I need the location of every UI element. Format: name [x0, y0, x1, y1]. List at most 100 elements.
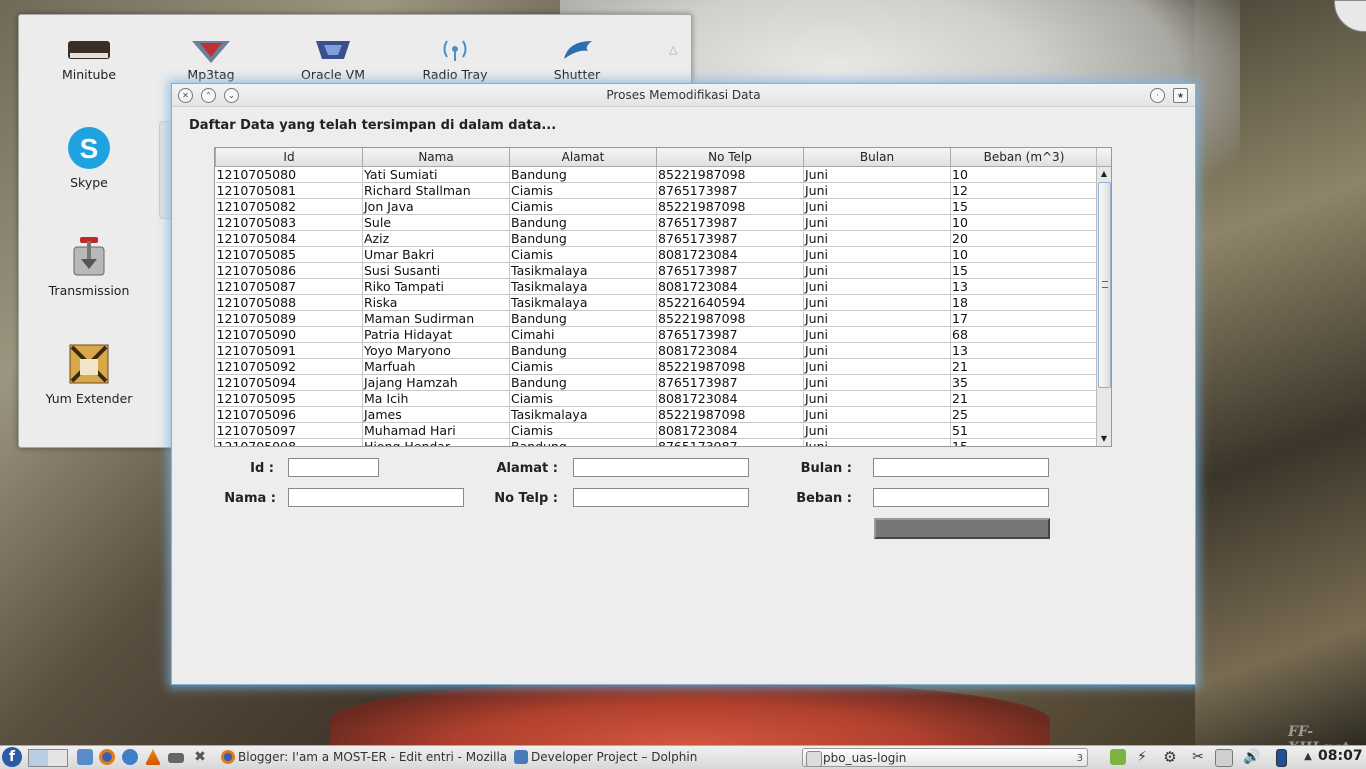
table-cell: Juni — [803, 438, 951, 446]
network-icon[interactable] — [1110, 749, 1126, 765]
table-row[interactable]: 1210705081 Richard Stallman Ciamis 87651739… — [215, 182, 1098, 199]
table-row[interactable]: 1210705083 Sule Bandung 8765173987 Juni 10 — [215, 214, 1098, 231]
beban-field[interactable] — [873, 488, 1049, 507]
no-telp-field[interactable] — [573, 488, 749, 507]
tools-icon[interactable]: ✖ — [192, 749, 208, 765]
minitube-icon — [68, 41, 110, 59]
launcher-item-skype[interactable]: S Skype — [39, 125, 139, 190]
table-cell: 8765173987 — [656, 182, 804, 199]
launcher-label: Transmission — [48, 283, 130, 298]
vlc-icon[interactable] — [145, 749, 161, 765]
tray-expand-icon[interactable]: ▲ — [1300, 749, 1316, 765]
table-cell: 8081723084 — [656, 422, 804, 439]
table-cell: 8765173987 — [656, 262, 804, 279]
launcher-item-mp3tag[interactable]: Mp3tag — [161, 37, 261, 82]
fedora-menu-icon[interactable]: f — [2, 747, 22, 767]
table-row[interactable]: 1210705090 Patria Hidayat Cimahi 8765173987… — [215, 326, 1098, 343]
launcher-item-oracle-vm[interactable]: Oracle VM — [283, 37, 383, 82]
nama-field[interactable] — [288, 488, 464, 507]
column-header-nama[interactable]: Nama — [362, 148, 510, 167]
table-cell: 1210705088 — [215, 294, 363, 311]
table-row[interactable]: 1210705097 Muhamad Hari Ciamis 8081723084 Ju… — [215, 422, 1098, 439]
table-cell: Tasikmalaya — [509, 294, 657, 311]
browser-icon[interactable] — [122, 749, 138, 765]
window-menu-icon[interactable]: · — [1150, 88, 1165, 103]
mp3tag-icon — [192, 41, 230, 63]
column-header-id[interactable]: Id — [215, 148, 363, 167]
table-row[interactable]: 1210705086 Susi Susanti Tasikmalaya 8765173… — [215, 262, 1098, 279]
battery-icon[interactable] — [1276, 749, 1287, 767]
java-app-icon[interactable]: ★ — [1173, 88, 1188, 103]
table-cell: Juni — [803, 390, 951, 407]
task-firefox[interactable]: Blogger: I'am a MOST-ER - Edit entri - M… — [218, 748, 508, 767]
terminal-icon[interactable] — [168, 753, 184, 763]
launcher-item-minitube[interactable]: Minitube — [39, 37, 139, 82]
table-row[interactable]: 1210705087 Riko Tampati Tasikmalaya 8081723… — [215, 278, 1098, 295]
table-cell: Juni — [803, 182, 951, 199]
table-row[interactable]: 1210705088 Riska Tasikmalaya 85221640594 Jun… — [215, 294, 1098, 311]
klipper-icon[interactable]: ✂ — [1190, 749, 1206, 765]
scroll-down-icon[interactable]: ▼ — [1097, 432, 1111, 446]
clipboard-icon[interactable] — [1215, 749, 1233, 767]
table-cell: Patria Hidayat — [362, 326, 510, 343]
table-cell: Ciamis — [509, 358, 657, 375]
table-cell: 15 — [950, 198, 1098, 215]
table-cell: 1210705095 — [215, 390, 363, 407]
svg-text:S: S — [80, 133, 99, 164]
table-cell: Yati Sumiati — [362, 166, 510, 183]
launcher-item-shutter[interactable]: Shutter — [527, 37, 627, 82]
task-pbo-uas-login[interactable]: pbo_uas-login 3 — [802, 748, 1088, 767]
table-cell: 15 — [950, 438, 1098, 446]
table-row[interactable]: 1210705085 Umar Bakri Ciamis 8081723084 Juni… — [215, 246, 1098, 263]
table-scrollbar[interactable]: ▲ ▼ — [1096, 148, 1111, 446]
file-manager-icon[interactable] — [77, 749, 93, 765]
table-row[interactable]: 1210705082 Jon Java Ciamis 85221987098 Juni 1… — [215, 198, 1098, 215]
launcher-scroll-up-icon[interactable]: △ — [669, 43, 677, 56]
table-cell: Juni — [803, 294, 951, 311]
bulan-field[interactable] — [873, 458, 1049, 477]
table-row[interactable]: 1210705089 Maman Sudirman Bandung 852219870… — [215, 310, 1098, 327]
id-field[interactable] — [288, 458, 379, 477]
task-label: Developer Project – Dolphin — [531, 750, 698, 764]
table-cell: Jajang Hamzah — [362, 374, 510, 391]
table-cell: 8081723084 — [656, 246, 804, 263]
table-cell: Tasikmalaya — [509, 278, 657, 295]
table-row[interactable]: 1210705098 Hiong Hendar Bandung 8765173987 J… — [215, 438, 1098, 446]
scrollbar-thumb[interactable] — [1098, 182, 1111, 388]
table-row[interactable]: 1210705096 James Tasikmalaya 85221987098 Jun… — [215, 406, 1098, 423]
volume-icon[interactable]: 🔊 — [1243, 749, 1260, 765]
column-header-alamat[interactable]: Alamat — [509, 148, 657, 167]
table-cell: Aziz — [362, 230, 510, 247]
clock[interactable]: 08:07 — [1318, 748, 1363, 764]
table-cell: 1210705091 — [215, 342, 363, 359]
table-cell: 8081723084 — [656, 278, 804, 295]
skype-icon: S — [68, 127, 110, 169]
pager-icon[interactable] — [28, 749, 68, 767]
table-cell: Ciamis — [509, 182, 657, 199]
table-cell: 1210705096 — [215, 406, 363, 423]
table-row[interactable]: 1210705092 Marfuah Ciamis 85221987098 Juni 21 — [215, 358, 1098, 375]
data-table[interactable]: Id Nama Alamat No Telp Bulan Beban (m^3)… — [214, 147, 1112, 447]
table-row[interactable]: 1210705080 Yati Sumiati Bandung 85221987098… — [215, 166, 1098, 183]
column-header-bulan[interactable]: Bulan — [803, 148, 951, 167]
launcher-label: Yum Extender — [45, 391, 133, 406]
column-header-beban[interactable]: Beban (m^3) — [950, 148, 1098, 167]
firefox-launcher-icon[interactable] — [99, 749, 115, 765]
settings-gear-icon[interactable]: ⚙ — [1162, 749, 1178, 765]
column-header-no-telp[interactable]: No Telp — [656, 148, 804, 167]
task-dolphin[interactable]: Developer Project – Dolphin — [511, 748, 796, 767]
scroll-up-icon[interactable]: ▲ — [1097, 167, 1111, 181]
table-row[interactable]: 1210705084 Aziz Bandung 8765173987 Juni 20 — [215, 230, 1098, 247]
launcher-item-transmission[interactable]: Transmission — [39, 233, 139, 298]
window-titlebar[interactable]: ✕ ⌃ ⌄ Proses Memodifikasi Data · ★ — [172, 84, 1195, 107]
table-cell: Maman Sudirman — [362, 310, 510, 327]
launcher-item-yum-extender[interactable]: Yum Extender — [39, 341, 139, 406]
table-row[interactable]: 1210705094 Jajang Hamzah Bandung 8765173987… — [215, 374, 1098, 391]
table-row[interactable]: 1210705091 Yoyo Maryono Bandung 8081723084 J… — [215, 342, 1098, 359]
launcher-item-radio-tray[interactable]: Radio Tray — [405, 37, 505, 82]
firefox-icon — [221, 750, 235, 764]
save-button[interactable] — [874, 518, 1050, 539]
table-row[interactable]: 1210705095 Ma Icih Ciamis 8081723084 Juni 21 — [215, 390, 1098, 407]
power-icon[interactable]: ⚡ — [1134, 749, 1150, 765]
alamat-field[interactable] — [573, 458, 749, 477]
